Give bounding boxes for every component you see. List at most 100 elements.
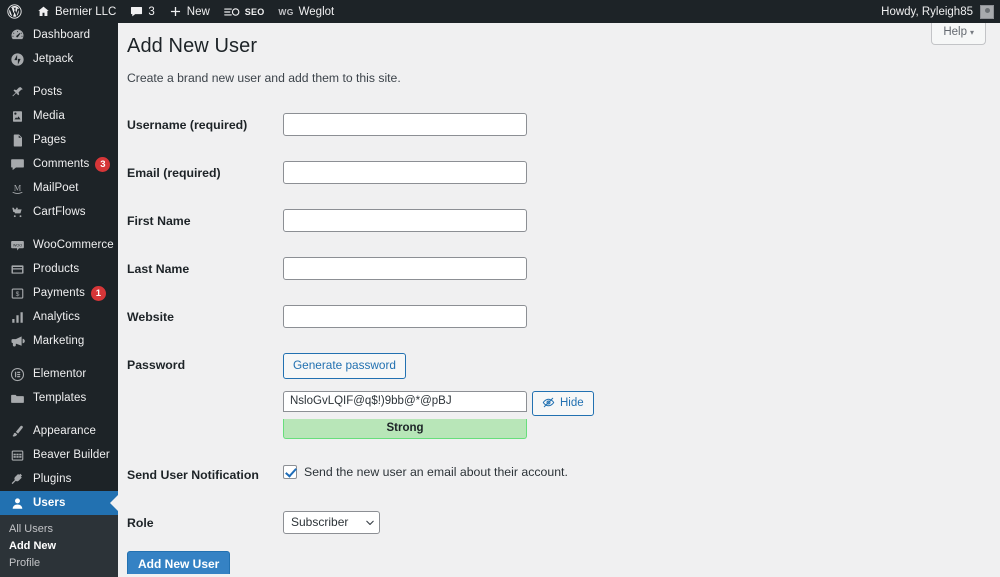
account-menu[interactable]: Howdy, Ryleigh85 [881, 4, 1000, 19]
hide-password-label: Hide [560, 396, 584, 409]
password-strength-indicator: Strong [283, 418, 527, 439]
comments-menu[interactable]: 3 [123, 0, 161, 23]
sidebar-item-users[interactable]: Users [0, 491, 118, 515]
megaphone-icon [9, 333, 26, 350]
username-input[interactable] [283, 113, 527, 136]
sidebar-item-label: CartFlows [33, 206, 86, 218]
role-select[interactable]: SubscriberContributorAuthorEditorAdminis… [283, 510, 380, 534]
sidebar-item-pages[interactable]: Pages [0, 128, 118, 152]
sidebar-item-label: Posts [33, 86, 63, 98]
admin-bar: Bernier LLC 3 New SEO WG Weglot Howdy, R… [0, 0, 1000, 23]
plus-icon [169, 5, 182, 18]
hide-password-button[interactable]: Hide [532, 390, 594, 416]
sidebar-item-label: Jetpack [33, 53, 74, 65]
send-notification-checkbox[interactable] [283, 464, 297, 479]
sidebar-item-marketing[interactable]: Marketing [0, 329, 118, 353]
menu-separator [0, 224, 118, 233]
brush-icon [9, 423, 26, 440]
sidebar-item-beaver-builder[interactable]: Beaver Builder [0, 443, 118, 467]
sidebar-item-label: WooCommerce [33, 239, 114, 251]
sidebar-item-mailpoet[interactable]: M MailPoet [0, 176, 118, 200]
site-name-menu[interactable]: Bernier LLC [30, 0, 123, 23]
sidebar-item-dashboard[interactable]: Dashboard [0, 23, 118, 47]
username-row: Username (required) [118, 101, 604, 149]
pin-icon [9, 84, 26, 101]
seo-icon [223, 6, 240, 18]
email-row: Email (required) [118, 149, 604, 197]
sidebar-item-posts[interactable]: Posts [0, 80, 118, 104]
weglot-menu[interactable]: WG Weglot [271, 0, 341, 23]
page-description: Create a brand new user and add them to … [127, 71, 401, 85]
seo-label: SEO [244, 6, 265, 17]
sidebar-item-jetpack[interactable]: Jetpack [0, 47, 118, 71]
dashboard-icon [9, 27, 26, 44]
sidebar-item-appearance[interactable]: Appearance [0, 419, 118, 443]
woocommerce-icon: WOO [9, 237, 26, 254]
submenu-item-all-users[interactable]: All Users [0, 520, 118, 537]
beaver-builder-icon [9, 447, 26, 464]
weglot-label: Weglot [298, 5, 335, 18]
cartflows-icon [9, 204, 26, 221]
site-name-label: Bernier LLC [55, 5, 117, 18]
weglot-mark: WG [278, 6, 294, 17]
help-label: Help [943, 26, 967, 38]
sidebar-item-label: Pages [33, 134, 67, 146]
sidebar-item-label: Beaver Builder [33, 449, 110, 461]
website-input[interactable] [283, 305, 527, 328]
sidebar-item-woocommerce[interactable]: WOO WooCommerce [0, 233, 118, 257]
password-label: Password [127, 358, 186, 372]
sidebar-item-elementor[interactable]: Elementor [0, 362, 118, 386]
analytics-icon [9, 309, 26, 326]
sidebar-item-label: Appearance [33, 425, 97, 437]
sidebar-item-label: Users [33, 497, 66, 509]
sidebar-item-comments[interactable]: Comments 3 [0, 152, 118, 176]
elementor-icon [9, 366, 26, 383]
media-icon [9, 108, 26, 125]
submenu-item-add-new[interactable]: Add New [0, 537, 118, 554]
role-label: Role [127, 515, 154, 530]
new-content-menu[interactable]: New [162, 0, 217, 23]
sidebar-item-products[interactable]: Products [0, 257, 118, 281]
mailpoet-icon: M [9, 180, 26, 197]
comments-count: 3 [148, 5, 155, 18]
svg-text:WOO: WOO [13, 243, 22, 247]
eye-slash-icon [542, 396, 555, 409]
payments-icon: $ [9, 285, 26, 302]
sidebar-item-label: Media [33, 110, 65, 122]
products-icon [9, 261, 26, 278]
content-area: Help ▾ Add New User Create a brand new us… [118, 23, 1000, 574]
wordpress-icon [7, 4, 22, 19]
send-notification-checkbox-label: Send the new user an email about their a… [304, 464, 568, 479]
password-input[interactable] [283, 390, 527, 412]
sidebar-item-cartflows[interactable]: CartFlows [0, 200, 118, 224]
email-input[interactable] [283, 161, 527, 184]
sidebar-item-label: Marketing [33, 335, 85, 347]
chevron-down-icon: ▾ [969, 28, 974, 37]
page-title: Add New User [127, 35, 258, 57]
last-name-label: Last Name [127, 262, 190, 276]
sidebar-item-analytics[interactable]: Analytics [0, 305, 118, 329]
sidebar-item-badge: 3 [95, 156, 111, 172]
seo-menu[interactable]: SEO [217, 0, 272, 23]
menu-separator [0, 71, 118, 80]
sidebar-item-badge: 1 [90, 285, 106, 301]
sidebar-item-plugins[interactable]: Plugins [0, 467, 118, 491]
generate-password-button[interactable]: Generate password [283, 353, 406, 379]
sidebar-item-media[interactable]: Media [0, 104, 118, 128]
comment-bubble-icon [9, 156, 26, 173]
submenu-item-profile[interactable]: Profile [0, 554, 118, 571]
add-new-user-submit-button[interactable]: Add New User [127, 550, 231, 574]
first-name-label: First Name [127, 214, 191, 228]
sidebar-item-payments[interactable]: $ Payments 1 [0, 281, 118, 305]
first-name-row: First Name [118, 197, 604, 245]
last-name-row: Last Name [118, 245, 604, 293]
jetpack-icon [9, 51, 26, 68]
help-tab-button[interactable]: Help ▾ [931, 23, 986, 45]
wordpress-logo-menu[interactable] [0, 0, 30, 23]
sidebar-item-label: Products [33, 263, 80, 275]
role-row: Role SubscriberContributorAuthorEditorAd… [118, 499, 604, 547]
last-name-input[interactable] [283, 257, 527, 280]
sidebar-item-templates[interactable]: Templates [0, 386, 118, 410]
sidebar-item-label: Plugins [33, 473, 72, 485]
first-name-input[interactable] [283, 209, 527, 232]
